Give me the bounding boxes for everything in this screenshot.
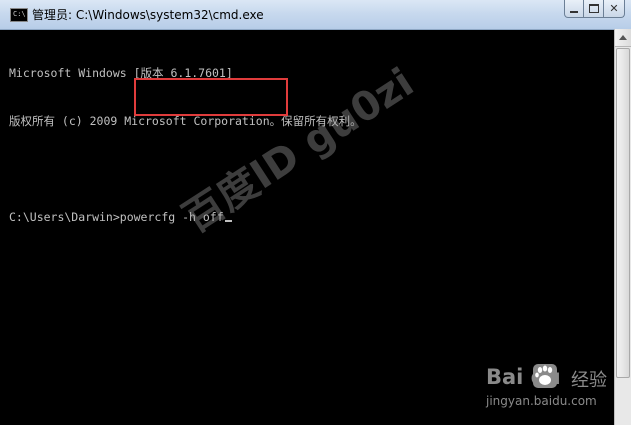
window-title: 管理员: C:\Windows\system32\cmd.exe xyxy=(32,8,264,22)
baidu-jingyan-logo: Bai du 经验 xyxy=(486,363,626,393)
console-line-version: Microsoft Windows [版本 6.1.7601] xyxy=(9,66,233,80)
scroll-up-button[interactable] xyxy=(615,29,631,47)
arrow-up-icon xyxy=(619,35,627,40)
scroll-thumb[interactable] xyxy=(616,48,630,378)
cmd-window: C:\ 管理员: C:\Windows\system32\cmd.exe ✕ M… xyxy=(0,0,631,425)
cmd-app-icon[interactable]: C:\ xyxy=(10,8,28,22)
minimize-button[interactable] xyxy=(564,0,584,18)
title-bar[interactable]: C:\ 管理员: C:\Windows\system32\cmd.exe ✕ xyxy=(0,0,631,30)
baidu-url-text: jingyan.baidu.com xyxy=(486,394,597,408)
close-icon: ✕ xyxy=(609,2,619,15)
jingyan-text: 经验 xyxy=(571,370,607,391)
console-line-command[interactable]: C:\Users\Darwin>powercfg -h off xyxy=(9,209,609,225)
paw-icon xyxy=(533,364,557,388)
window-controls: ✕ xyxy=(564,0,625,19)
maximize-button[interactable] xyxy=(584,0,604,18)
cmd-icon-label: C:\ xyxy=(13,10,26,18)
command-highlight-box xyxy=(134,78,288,116)
minimize-icon xyxy=(570,10,578,13)
maximize-icon xyxy=(588,4,599,13)
close-button[interactable]: ✕ xyxy=(604,0,625,18)
